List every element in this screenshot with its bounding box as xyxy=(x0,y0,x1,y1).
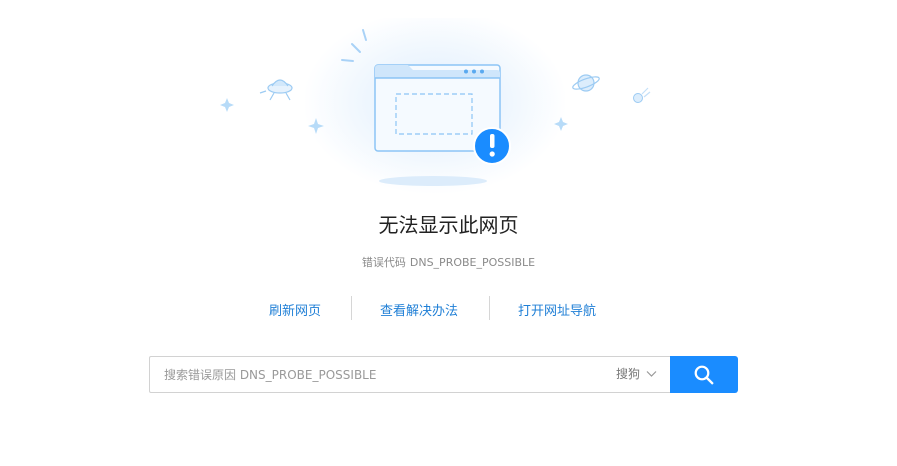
error-illustration xyxy=(210,18,670,193)
search-button[interactable] xyxy=(670,356,738,393)
error-code-line: 错误代码 DNS_PROBE_POSSIBLE xyxy=(0,254,897,270)
meteor-icon xyxy=(633,87,651,103)
error-code-label: 错误代码 xyxy=(361,256,406,269)
search-input[interactable] xyxy=(164,357,604,392)
search-icon xyxy=(694,365,714,385)
link-divider xyxy=(489,296,490,320)
planet-icon xyxy=(572,74,600,92)
error-code-value: DNS_PROBE_POSSIBLE xyxy=(409,256,536,269)
page-title: 无法显示此网页 xyxy=(378,213,519,237)
chevron-down-icon xyxy=(646,371,657,377)
search-box: 搜狗 xyxy=(149,356,670,393)
search-engine-label: 搜狗 xyxy=(616,367,641,381)
search-engine-select[interactable]: 搜狗 xyxy=(616,357,664,392)
ufo-icon xyxy=(259,79,293,101)
view-solutions-link[interactable]: 查看解决办法 xyxy=(380,300,458,319)
refresh-page-link[interactable]: 刷新网页 xyxy=(269,300,321,319)
open-url-nav-link[interactable]: 打开网址导航 xyxy=(518,300,596,319)
exclamation-icon xyxy=(473,127,511,165)
search-bar: 搜狗 xyxy=(149,356,738,393)
link-divider xyxy=(351,296,352,320)
error-page: 无法显示此网页 错误代码 DNS_PROBE_POSSIBLE 刷新网页 查看解决… xyxy=(0,0,897,466)
action-links: 刷新网页 查看解决办法 打开网址导航 xyxy=(0,296,897,322)
browser-window-error-icon xyxy=(220,29,651,186)
